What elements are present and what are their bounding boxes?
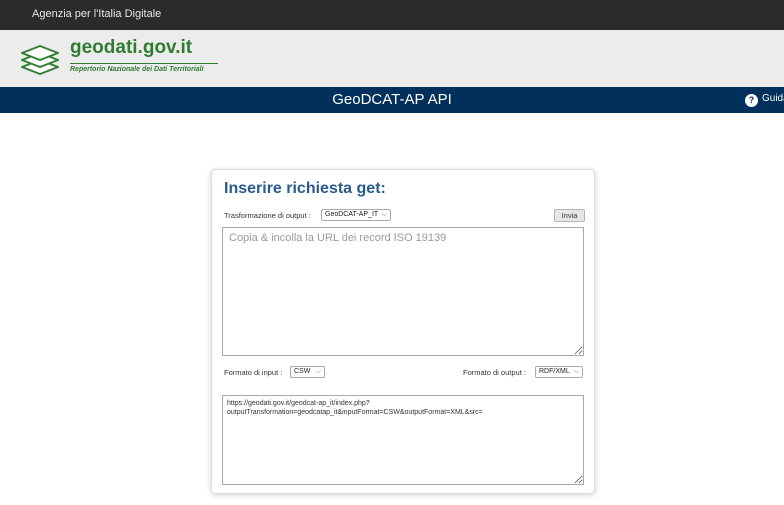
agid-link[interactable]: Agenzia per l'Italia Digitale <box>32 8 161 20</box>
chevron-down-icon: ⌵ <box>315 368 321 375</box>
header-bar: GeoDCAT-AP API ? Guida <box>0 87 784 113</box>
chevron-down-icon: ⌵ <box>381 211 387 218</box>
generated-url-output[interactable]: https://geodati.gov.it/geodcat-ap_it/ind… <box>222 395 584 485</box>
brand-banner: geodati.gov.it Repertorio Nazionale dei … <box>0 30 784 87</box>
url-input[interactable] <box>222 227 584 356</box>
input-format-value: CSW <box>294 368 311 375</box>
output-transformation-value: GeoDCAT-AP_IT <box>325 211 379 218</box>
help-icon: ? <box>745 94 758 107</box>
guide-label: Guida <box>762 93 784 104</box>
output-format-select[interactable]: RDF/XML ⌵ <box>535 366 583 378</box>
guide-link[interactable]: ? Guida <box>745 93 784 107</box>
output-transformation-select[interactable]: GeoDCAT-AP_IT ⌵ <box>321 209 391 221</box>
site-name[interactable]: geodati.gov.it <box>70 37 192 59</box>
layers-logo-icon[interactable] <box>18 38 62 78</box>
input-format-label: Formato di input : <box>224 368 283 377</box>
submit-button[interactable]: Invia <box>554 209 585 222</box>
form-title: Inserire richiesta get: <box>224 180 386 197</box>
output-format-label: Formato di output : <box>463 368 526 377</box>
top-bar: Agenzia per l'Italia Digitale <box>0 0 784 30</box>
chevron-down-icon: ⌵ <box>573 368 579 375</box>
request-form-card: Inserire richiesta get: Trasformazione d… <box>211 169 595 494</box>
site-subtitle: Repertorio Nazionale dei Dati Territoria… <box>70 63 218 73</box>
output-format-value: RDF/XML <box>539 368 570 375</box>
input-format-select[interactable]: CSW ⌵ <box>290 366 325 378</box>
page-title: GeoDCAT-AP API <box>332 91 452 108</box>
output-transformation-label: Trasformazione di output : <box>224 211 311 220</box>
